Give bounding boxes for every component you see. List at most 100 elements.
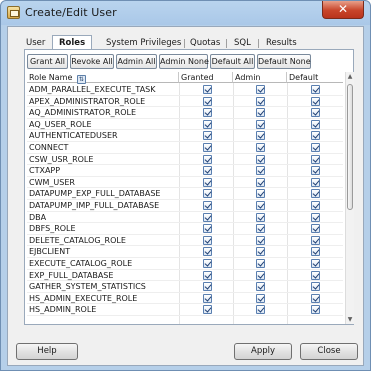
table-row[interactable]: DELETE_CATALOG_ROLE — [27, 235, 343, 247]
default-checkbox[interactable] — [311, 259, 320, 268]
table-row[interactable]: APEX_ADMINISTRATOR_ROLE — [27, 96, 343, 108]
admin-checkbox[interactable] — [256, 270, 265, 280]
admin-checkbox[interactable] — [256, 201, 265, 210]
table-row[interactable]: CONNECT — [27, 142, 343, 154]
admin-checkbox[interactable] — [256, 143, 265, 152]
default-checkbox[interactable] — [311, 154, 320, 164]
default-checkbox[interactable] — [311, 282, 320, 292]
admin-checkbox[interactable] — [256, 108, 265, 118]
default-checkbox[interactable] — [311, 96, 320, 106]
admin-checkbox[interactable] — [256, 259, 265, 268]
scroll-up-arrow-icon[interactable]: ▲ — [346, 72, 354, 81]
admin-none-button[interactable]: Admin None — [159, 54, 209, 69]
granted-checkbox[interactable] — [203, 131, 212, 141]
table-row[interactable]: EJBCLIENT — [27, 246, 343, 258]
admin-checkbox[interactable] — [256, 177, 265, 187]
default-checkbox[interactable] — [311, 201, 320, 210]
table-row[interactable]: CTXAPP — [27, 165, 343, 177]
granted-checkbox[interactable] — [203, 224, 212, 234]
admin-checkbox[interactable] — [256, 212, 265, 222]
admin-checkbox[interactable] — [256, 85, 265, 94]
granted-checkbox[interactable] — [203, 189, 212, 199]
granted-checkbox[interactable] — [203, 282, 212, 292]
default-none-button[interactable]: Default None — [257, 54, 311, 69]
grant-all-button[interactable]: Grant All — [27, 54, 68, 69]
table-row[interactable]: ADM_PARALLEL_EXECUTE_TASK — [27, 84, 343, 96]
default-checkbox[interactable] — [311, 270, 320, 280]
tab-user[interactable]: User — [24, 37, 47, 49]
admin-checkbox[interactable] — [256, 119, 265, 129]
admin-checkbox[interactable] — [256, 293, 265, 303]
window-close-button[interactable]: ✕ — [322, 1, 364, 19]
default-checkbox[interactable] — [311, 189, 320, 199]
default-checkbox[interactable] — [311, 131, 320, 141]
granted-checkbox[interactable] — [203, 247, 212, 257]
column-header-default[interactable]: Default — [287, 72, 343, 83]
tab-results[interactable]: Results — [264, 37, 299, 49]
granted-checkbox[interactable] — [203, 177, 212, 187]
revoke-all-button[interactable]: Revoke All — [70, 54, 114, 69]
default-checkbox[interactable] — [311, 305, 320, 315]
admin-checkbox[interactable] — [256, 96, 265, 106]
table-row[interactable]: DATAPUMP_EXP_FULL_DATABASE — [27, 188, 343, 200]
admin-checkbox[interactable] — [256, 189, 265, 199]
scroll-thumb[interactable] — [347, 84, 353, 210]
default-checkbox[interactable] — [311, 119, 320, 129]
table-row[interactable]: DBFS_ROLE — [27, 223, 343, 235]
sort-icon[interactable]: ⇅ — [76, 75, 86, 84]
table-row[interactable]: CSW_USR_ROLE — [27, 154, 343, 166]
default-checkbox[interactable] — [311, 247, 320, 257]
default-checkbox[interactable] — [311, 212, 320, 222]
column-header-admin[interactable]: Admin — [233, 72, 287, 83]
table-row[interactable]: AQ_USER_ROLE — [27, 119, 343, 131]
apply-button[interactable]: Apply — [234, 343, 292, 360]
default-all-button[interactable]: Default All — [210, 54, 255, 69]
default-checkbox[interactable] — [311, 224, 320, 234]
granted-checkbox[interactable] — [203, 108, 212, 118]
granted-checkbox[interactable] — [203, 305, 212, 315]
column-header-role-name[interactable]: Role Name ⇅ — [27, 72, 179, 84]
granted-checkbox[interactable] — [203, 85, 212, 94]
granted-checkbox[interactable] — [203, 235, 212, 245]
table-row[interactable]: DATAPUMP_IMP_FULL_DATABASE — [27, 200, 343, 212]
scroll-down-arrow-icon[interactable]: ▼ — [346, 315, 354, 324]
granted-checkbox[interactable] — [203, 166, 212, 176]
default-checkbox[interactable] — [311, 293, 320, 303]
granted-checkbox[interactable] — [203, 259, 212, 268]
tab-quotas[interactable]: Quotas — [188, 37, 222, 49]
table-row[interactable]: CWM_USER — [27, 177, 343, 189]
column-header-granted[interactable]: Granted — [179, 72, 233, 83]
admin-checkbox[interactable] — [256, 247, 265, 257]
title-bar[interactable]: Create/Edit User ✕ — [1, 1, 370, 25]
table-row[interactable]: GATHER_SYSTEM_STATISTICS — [27, 281, 343, 293]
admin-checkbox[interactable] — [256, 166, 265, 176]
vertical-scrollbar[interactable]: ▲ ▼ — [345, 72, 354, 324]
tab-sql[interactable]: SQL — [232, 37, 253, 49]
tab-roles[interactable]: Roles — [52, 35, 93, 50]
default-checkbox[interactable] — [311, 143, 320, 152]
granted-checkbox[interactable] — [203, 201, 212, 210]
granted-checkbox[interactable] — [203, 154, 212, 164]
table-row[interactable]: AUTHENTICATEDUSER — [27, 130, 343, 142]
table-row[interactable]: EXP_FULL_DATABASE — [27, 270, 343, 282]
admin-checkbox[interactable] — [256, 154, 265, 164]
close-button[interactable]: Close — [300, 343, 358, 360]
default-checkbox[interactable] — [311, 166, 320, 176]
admin-all-button[interactable]: Admin All — [116, 54, 157, 69]
admin-checkbox[interactable] — [256, 305, 265, 315]
default-checkbox[interactable] — [311, 108, 320, 118]
table-row[interactable]: HS_ADMIN_EXECUTE_ROLE — [27, 293, 343, 305]
admin-checkbox[interactable] — [256, 131, 265, 141]
table-row[interactable]: EXECUTE_CATALOG_ROLE — [27, 258, 343, 270]
granted-checkbox[interactable] — [203, 270, 212, 280]
granted-checkbox[interactable] — [203, 143, 212, 152]
table-row[interactable]: HS_ADMIN_ROLE — [27, 304, 343, 316]
granted-checkbox[interactable] — [203, 293, 212, 303]
help-button[interactable]: Help — [16, 343, 78, 360]
default-checkbox[interactable] — [311, 85, 320, 94]
default-checkbox[interactable] — [311, 235, 320, 245]
table-row[interactable]: AQ_ADMINISTRATOR_ROLE — [27, 107, 343, 119]
table-row[interactable]: DBA — [27, 212, 343, 224]
admin-checkbox[interactable] — [256, 235, 265, 245]
granted-checkbox[interactable] — [203, 212, 212, 222]
